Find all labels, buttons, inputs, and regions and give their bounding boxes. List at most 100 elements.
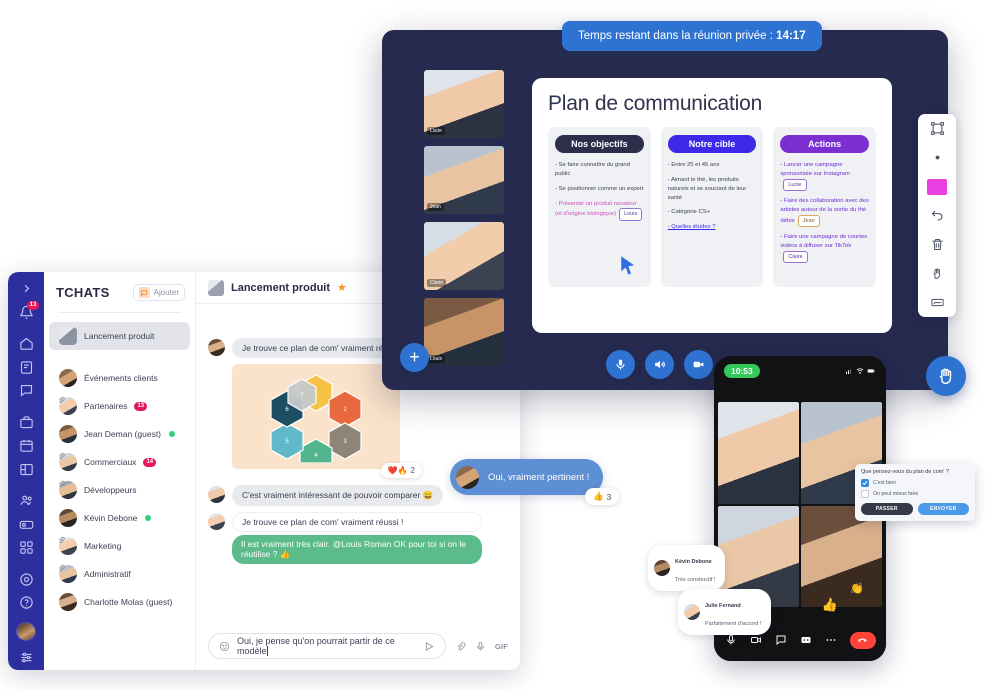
- sidebar-item-charlotte-molas[interactable]: Charlotte Molas (guest): [49, 588, 190, 616]
- poll-option[interactable]: C'est bien: [861, 479, 969, 487]
- chat-icon[interactable]: [775, 634, 787, 646]
- sidebar-item-jean-deman[interactable]: Jean Deman (guest): [49, 420, 190, 448]
- favorite-star-icon[interactable]: ★: [337, 281, 347, 294]
- board-icon[interactable]: [11, 459, 41, 481]
- sidebar-item-kevin-debone[interactable]: Kévin Debone: [49, 504, 190, 532]
- message-image-attachment[interactable]: 123 456 7 ❤️🔥 2: [232, 364, 422, 478]
- message-text: Très constructif !: [675, 577, 716, 583]
- sidebar-item-commerciaux[interactable]: Commerciaux 14: [49, 448, 190, 476]
- chat-list-header: TCHATS Ajouter: [44, 282, 195, 301]
- phone-clock: 10:53: [724, 364, 760, 378]
- reaction-chip[interactable]: ❤️🔥 2: [380, 463, 422, 478]
- microphone-button[interactable]: [606, 350, 635, 379]
- briefcase-icon[interactable]: [11, 412, 41, 434]
- poll-option[interactable]: On peut mieux faire: [861, 490, 969, 498]
- sidebar-item-lancement-produit[interactable]: Lancement produit: [49, 322, 190, 350]
- notifications-icon[interactable]: 13: [11, 300, 41, 324]
- attachment-icon: [57, 564, 65, 572]
- participant-tile[interactable]: Jean: [424, 146, 504, 214]
- chevron-right-icon[interactable]: [11, 278, 41, 300]
- send-icon[interactable]: [424, 641, 435, 652]
- speaker-icon: [655, 360, 665, 369]
- whiteboard-title: Plan de communication: [548, 92, 763, 115]
- shared-whiteboard[interactable]: Plan de communication Nos objectifs - Se…: [532, 78, 892, 333]
- microphone-icon[interactable]: [475, 641, 486, 652]
- home-icon[interactable]: [11, 333, 41, 355]
- card-icon[interactable]: [11, 514, 41, 536]
- whiteboard-item: - Catégorie CS+: [667, 209, 711, 216]
- sidebar-item-partenaires[interactable]: Partenaires 13: [49, 392, 190, 420]
- poll-send-button[interactable]: ENVOYER: [917, 503, 969, 515]
- phone-participant-tile[interactable]: [718, 402, 799, 504]
- grid-icon[interactable]: [11, 537, 41, 559]
- raise-hand-button[interactable]: [926, 356, 966, 396]
- add-chat-button[interactable]: Ajouter: [132, 284, 185, 301]
- message-input[interactable]: Oui, je pense qu'on pourrait partir de c…: [237, 636, 417, 656]
- poll-skip-button[interactable]: PASSER: [861, 503, 913, 515]
- paperclip-icon[interactable]: [455, 641, 466, 652]
- hangup-button[interactable]: [849, 631, 876, 649]
- message-avatar: [208, 339, 225, 356]
- sidebar-item-marketing[interactable]: Marketing: [49, 532, 190, 560]
- sidebar-item-evenements-clients[interactable]: Événements clients: [49, 364, 190, 392]
- participant-name: Claire: [427, 279, 447, 287]
- message-avatar: [456, 466, 479, 489]
- participant-tile[interactable]: Claire: [424, 222, 504, 290]
- target-icon[interactable]: [11, 569, 41, 591]
- emoji-icon[interactable]: [219, 641, 230, 652]
- speaker-button[interactable]: [645, 350, 674, 379]
- shape-icon[interactable]: [918, 288, 956, 317]
- whiteboard-toolbar: [918, 114, 956, 317]
- help-icon[interactable]: [11, 592, 41, 614]
- whiteboard-column-cible: Notre cible - Entre 25 et 45 ans - Aiman…: [660, 127, 764, 287]
- poll-option-label: C'est bien: [873, 480, 896, 486]
- messages-icon[interactable]: [11, 380, 41, 402]
- chat-list-panel: TCHATS Ajouter Lancement produit Événeme…: [44, 272, 196, 670]
- checkbox-icon[interactable]: [861, 490, 869, 498]
- poll-actions: PASSER ENVOYER: [861, 503, 969, 515]
- participant-tile[interactable]: Lucie: [424, 70, 504, 138]
- diagram-image: 123 456 7: [270, 373, 362, 463]
- notification-badge: 13: [27, 300, 39, 310]
- reaction-chip[interactable]: 👍 3: [585, 488, 620, 505]
- message-avatar: [208, 486, 225, 503]
- whiteboard-item: - Faire des collaboration avec des artis…: [780, 197, 869, 227]
- chat-avatar: [59, 425, 77, 443]
- meeting-timer-banner: Temps restant dans la réunion privée : 1…: [562, 21, 822, 51]
- calendar-icon[interactable]: [11, 435, 41, 457]
- phone-chat-text: Julie Fernand Parfaitement d'accord !: [705, 594, 761, 630]
- pen-dot-icon[interactable]: [918, 143, 956, 172]
- undo-icon[interactable]: [918, 201, 956, 230]
- present-icon[interactable]: [800, 634, 812, 646]
- screenshot-stage: 13 TCHATS Ajouter Lancement produit Évén…: [0, 0, 1000, 689]
- document-icon[interactable]: [11, 357, 41, 379]
- message-avatar: [684, 604, 700, 620]
- camera-icon[interactable]: [750, 634, 762, 646]
- more-icon[interactable]: [825, 634, 837, 646]
- select-frame-icon[interactable]: [918, 114, 956, 143]
- color-swatch[interactable]: [918, 172, 956, 201]
- camera-icon: [693, 361, 704, 368]
- reaction-emoji-clap: 👏: [850, 583, 864, 595]
- gif-button[interactable]: GIF: [495, 642, 508, 651]
- chat-list-title: TCHATS: [56, 285, 110, 300]
- author-tag: Jean: [797, 214, 820, 227]
- sidebar-item-administratif[interactable]: Administratif: [49, 560, 190, 588]
- chat-item-label: Charlotte Molas (guest): [84, 597, 173, 607]
- hand-icon[interactable]: [918, 259, 956, 288]
- add-chat-icon: [138, 287, 150, 298]
- camera-button[interactable]: [684, 350, 713, 379]
- people-icon[interactable]: [11, 490, 41, 512]
- add-participant-button[interactable]: +: [400, 343, 429, 372]
- user-avatar[interactable]: [16, 621, 36, 641]
- settings-icon[interactable]: [11, 647, 41, 669]
- trash-icon[interactable]: [918, 230, 956, 259]
- raise-hand-icon: [939, 368, 952, 385]
- attachment-icon: [57, 452, 65, 460]
- composer-input-wrapper[interactable]: Oui, je pense qu'on pourrait partir de c…: [208, 633, 446, 659]
- microphone-icon[interactable]: [725, 634, 737, 646]
- sidebar-item-developpeurs[interactable]: Développeurs: [49, 476, 190, 504]
- checkbox-checked-icon[interactable]: [861, 479, 869, 487]
- whiteboard-item: - Faire une campagne de courtes vidéos à…: [780, 233, 869, 263]
- chat-avatar: [59, 509, 77, 527]
